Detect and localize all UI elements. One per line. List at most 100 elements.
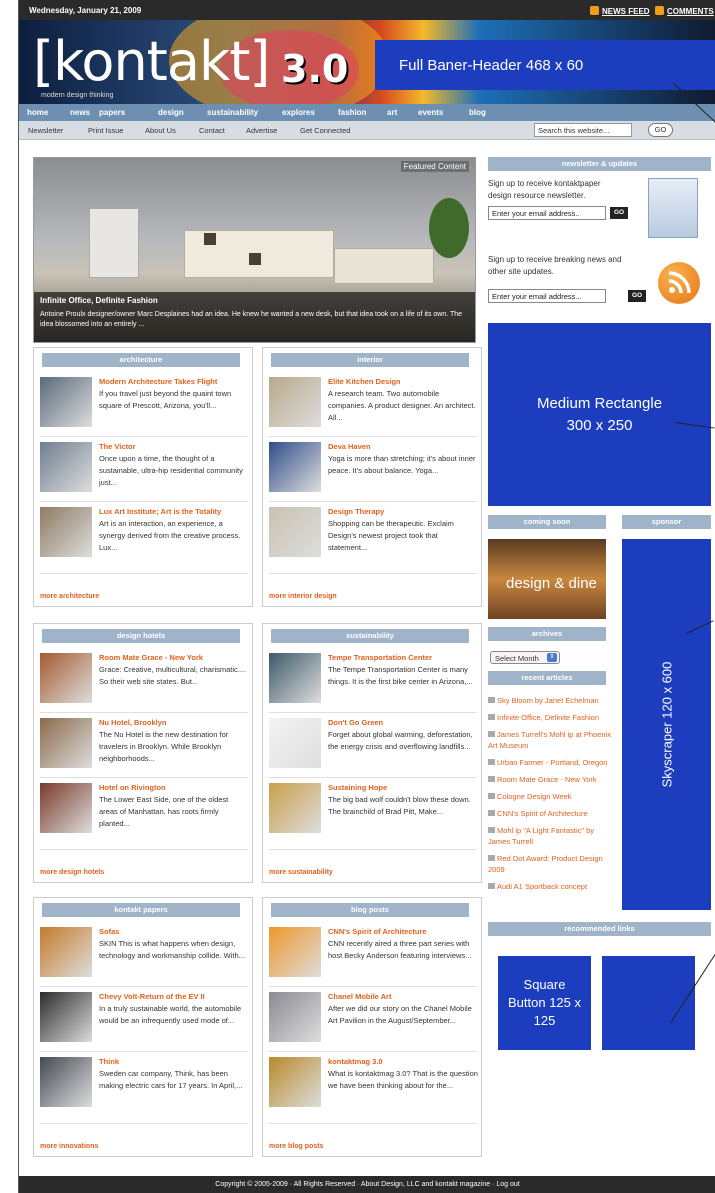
article-title[interactable]: CNN's Spirit of Architecture xyxy=(328,927,427,936)
article-title[interactable]: Modern Architecture Takes Flight xyxy=(99,377,217,386)
article-title[interactable]: Hotel on Rivington xyxy=(99,783,166,792)
featured-desc: Antoine Proulx designer/owner Marc Despl… xyxy=(40,311,463,328)
rss-feed-icon[interactable] xyxy=(658,262,700,304)
square-button-ad[interactable]: Square Button 125 x 125 xyxy=(498,956,591,1050)
newsletter-email-field[interactable]: Enter your email address.. xyxy=(488,206,606,220)
nav-newsletter[interactable]: Newsletter xyxy=(28,126,63,135)
article-thumbnail[interactable] xyxy=(269,377,321,427)
recent-article-item[interactable]: Mohl ip "A Light Fantastic" by James Tur… xyxy=(488,825,613,847)
news-feed-link[interactable]: NEWS FEED xyxy=(590,6,650,16)
newsletter-icon xyxy=(648,178,698,238)
article-title[interactable]: Chevy Volt-Return of the EV II xyxy=(99,992,205,1001)
updates-email-field[interactable]: Enter your email address... xyxy=(488,289,606,303)
article-thumbnail[interactable] xyxy=(269,783,321,833)
featured-content[interactable]: Featured Content Infinite Office, Defini… xyxy=(33,157,476,343)
article-thumbnail[interactable] xyxy=(40,1057,92,1107)
article-title[interactable]: Sustaining Hope xyxy=(328,783,387,792)
nav-blog[interactable]: blog xyxy=(469,108,486,117)
nav-events[interactable]: events xyxy=(418,108,443,117)
recent-article-item[interactable]: Red Dot Award: Product Design 2009 xyxy=(488,853,613,875)
design-dine-promo[interactable]: design & dine xyxy=(488,539,606,619)
nav-print-issue[interactable]: Print Issue xyxy=(88,126,123,135)
article-thumbnail[interactable] xyxy=(40,718,92,768)
nav-about-us[interactable]: About Us xyxy=(145,126,176,135)
featured-title[interactable]: Infinite Office, Definite Fashion xyxy=(40,296,469,305)
skyscraper-ad[interactable]: Skyscraper 120 x 600 xyxy=(622,539,711,910)
updates-go-button[interactable]: GO xyxy=(628,290,646,302)
article-thumbnail[interactable] xyxy=(269,992,321,1042)
article-title[interactable]: Tempe Transportation Center xyxy=(328,653,432,662)
article-title[interactable]: Lux Art Institute; Art is the Totality xyxy=(99,507,221,516)
article-thumbnail[interactable] xyxy=(40,783,92,833)
article-thumbnail[interactable] xyxy=(269,653,321,703)
recent-article-item[interactable]: Audi A1 Sportback concept xyxy=(488,881,613,892)
article-item: Design Therapy Shopping can be therapeut… xyxy=(269,507,477,565)
article-title[interactable]: The Victor xyxy=(99,442,136,451)
article-thumbnail[interactable] xyxy=(269,1057,321,1107)
header-ad-banner[interactable]: Full Baner-Header 468 x 60 xyxy=(375,40,715,90)
nav-fashion[interactable]: fashion xyxy=(338,108,366,117)
article-icon xyxy=(488,827,495,833)
recent-article-item[interactable]: Sky Bloom by Janet Echelman xyxy=(488,695,613,706)
square-button-ad-2[interactable] xyxy=(602,956,695,1050)
recent-article-item[interactable]: CNN's Spirit of Architecture xyxy=(488,808,613,819)
nav-advertise[interactable]: Advertise xyxy=(246,126,277,135)
newsletter-go-button[interactable]: GO xyxy=(610,207,628,219)
article-icon xyxy=(488,776,495,782)
medium-rectangle-ad[interactable]: Medium Rectangle 300 x 250 xyxy=(488,323,711,506)
article-title[interactable]: Deva Haven xyxy=(328,442,371,451)
search-go-button[interactable]: GO xyxy=(648,123,673,137)
nav-contact[interactable]: Contact xyxy=(199,126,225,135)
more-link[interactable]: more innovations xyxy=(40,1143,98,1150)
select-arrow-icon: ⇕ xyxy=(547,653,557,662)
recent-article-item[interactable]: James Turrell's Mohl ip at Phoenix Art M… xyxy=(488,729,613,751)
article-excerpt: Art is an interaction, an experience, a … xyxy=(99,519,241,552)
recent-article-item[interactable]: Infinite Office, Definite Fashion xyxy=(488,712,613,723)
more-link[interactable]: more architecture xyxy=(40,593,99,600)
article-icon xyxy=(488,697,495,703)
search-input[interactable]: Search this website... xyxy=(534,123,632,137)
recent-article-item[interactable]: Urban Farmer - Portland, Oregon xyxy=(488,757,613,768)
nav-news[interactable]: news xyxy=(70,108,90,117)
article-thumbnail[interactable] xyxy=(40,507,92,557)
article-title[interactable]: kontaktmag 3.0 xyxy=(328,1057,383,1066)
article-title[interactable]: Think xyxy=(99,1057,119,1066)
more-link[interactable]: more sustainability xyxy=(269,869,333,876)
more-link[interactable]: more design hotels xyxy=(40,869,104,876)
article-title[interactable]: Chanel Mobile Art xyxy=(328,992,391,1001)
nav-home[interactable]: home xyxy=(27,108,48,117)
article-thumbnail[interactable] xyxy=(40,442,92,492)
article-title[interactable]: Design Therapy xyxy=(328,507,384,516)
article-thumbnail[interactable] xyxy=(40,377,92,427)
article-excerpt: CNN recently aired a three part series w… xyxy=(328,939,472,960)
nav-sustainability[interactable]: sustainability xyxy=(207,108,258,117)
recent-article-item[interactable]: Room Mate Grace - New York xyxy=(488,774,613,785)
article-thumbnail[interactable] xyxy=(269,718,321,768)
more-link[interactable]: more interior design xyxy=(269,593,337,600)
article-thumbnail[interactable] xyxy=(269,507,321,557)
article-thumbnail[interactable] xyxy=(40,927,92,977)
archives-select[interactable]: Select Month ⇕ xyxy=(490,651,560,664)
article-excerpt: The big bad wolf couldn't blow these dow… xyxy=(328,795,471,816)
article-title[interactable]: Sofas xyxy=(99,927,119,936)
article-title[interactable]: Elite Kitchen Design xyxy=(328,377,401,386)
nav-get-connected[interactable]: Get Connected xyxy=(300,126,350,135)
article-item: Lux Art Institute; Art is the Totality A… xyxy=(40,507,248,565)
article-thumbnail[interactable] xyxy=(40,653,92,703)
article-title[interactable]: Nu Hotel, Brooklyn xyxy=(99,718,167,727)
article-thumbnail[interactable] xyxy=(269,442,321,492)
nav-explores[interactable]: explores xyxy=(282,108,315,117)
comments-link[interactable]: COMMENTS xyxy=(655,6,714,16)
recent-article-title: Room Mate Grace - New York xyxy=(497,775,597,784)
more-link[interactable]: more blog posts xyxy=(269,1143,323,1150)
nav-papers[interactable]: papers xyxy=(99,108,125,117)
article-title[interactable]: Room Mate Grace - New York xyxy=(99,653,203,662)
article-thumbnail[interactable] xyxy=(269,927,321,977)
nav-art[interactable]: art xyxy=(387,108,397,117)
nav-design[interactable]: design xyxy=(158,108,184,117)
article-title[interactable]: Don't Go Green xyxy=(328,718,383,727)
top-bar: Wednesday, January 21, 2009 NEWS FEED CO… xyxy=(19,0,715,20)
article-thumbnail[interactable] xyxy=(40,992,92,1042)
recent-article-item[interactable]: Cologne Design Week xyxy=(488,791,613,802)
site-logo[interactable]: [kontakt] xyxy=(33,32,270,92)
